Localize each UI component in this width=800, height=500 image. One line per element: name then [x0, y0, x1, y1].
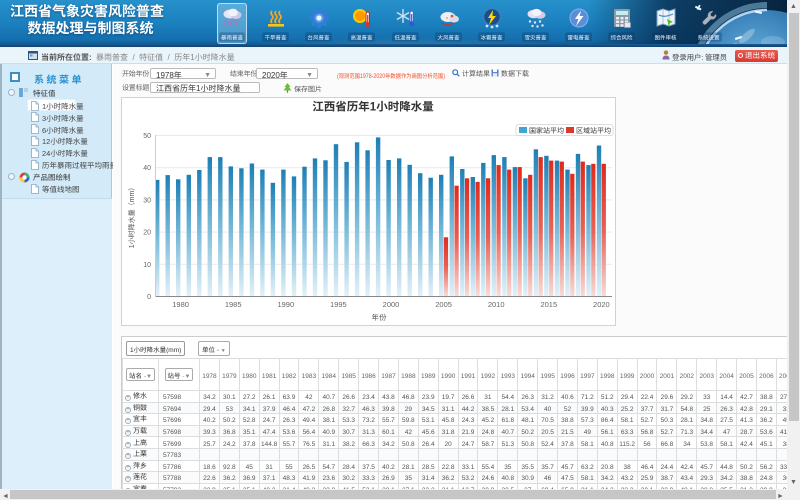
- svg-text:区域站平均: 区域站平均: [576, 126, 611, 136]
- svg-text:20: 20: [143, 228, 151, 238]
- svg-text:2000: 2000: [383, 299, 400, 310]
- svg-text:2005: 2005: [435, 299, 452, 310]
- svg-text:2010: 2010: [488, 299, 505, 310]
- svg-text:1小时降水量（mm）: 1小时降水量（mm）: [127, 184, 137, 249]
- svg-text:50: 50: [143, 131, 151, 141]
- svg-text:1985: 1985: [225, 299, 242, 310]
- svg-text:1995: 1995: [330, 299, 347, 310]
- svg-text:2020: 2020: [593, 299, 610, 310]
- svg-text:2015: 2015: [540, 299, 557, 310]
- svg-text:40: 40: [143, 163, 151, 173]
- svg-text:年份: 年份: [372, 312, 387, 323]
- svg-text:10: 10: [143, 260, 151, 270]
- svg-text:0: 0: [147, 292, 151, 302]
- svg-text:30: 30: [143, 195, 151, 205]
- svg-text:1980: 1980: [172, 299, 189, 310]
- svg-text:国家站平均: 国家站平均: [529, 126, 564, 136]
- svg-text:1990: 1990: [277, 299, 294, 310]
- svg-text:江西省历年1小时降水量: 江西省历年1小时降水量: [312, 99, 434, 115]
